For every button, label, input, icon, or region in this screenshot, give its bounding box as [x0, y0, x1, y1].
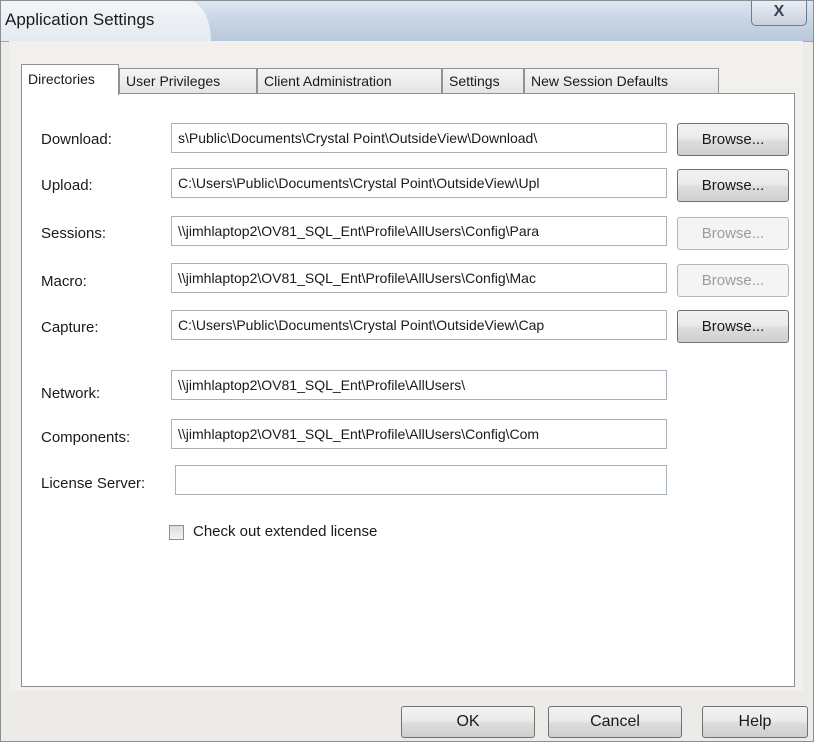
- download-browse-button[interactable]: Browse...: [677, 123, 789, 156]
- tab-user-privileges[interactable]: User Privileges: [119, 68, 257, 94]
- sessions-label: Sessions:: [41, 225, 107, 242]
- capture-label: Capture:: [41, 319, 99, 336]
- window-title: Application Settings: [5, 10, 155, 29]
- application-settings-window: Application Settings X Directories User …: [0, 0, 814, 742]
- license-server-field[interactable]: [175, 465, 667, 495]
- macro-path-field[interactable]: \\jimhlaptop2\OV81_SQL_Ent\Profile\AllUs…: [171, 263, 667, 293]
- tab-new-session-defaults[interactable]: New Session Defaults: [524, 68, 719, 94]
- network-label: Network:: [41, 385, 101, 402]
- tab-directories[interactable]: Directories: [21, 64, 119, 95]
- extended-license-label[interactable]: Check out extended license: [193, 523, 377, 540]
- tab-settings[interactable]: Settings: [442, 68, 524, 94]
- sessions-browse-button[interactable]: Browse...: [677, 217, 789, 250]
- sessions-path-field[interactable]: \\jimhlaptop2\OV81_SQL_Ent\Profile\AllUs…: [171, 216, 667, 246]
- cancel-button[interactable]: Cancel: [548, 706, 682, 738]
- tab-label: Settings: [449, 73, 500, 89]
- download-label: Download:: [41, 131, 112, 148]
- capture-path-field[interactable]: C:\Users\Public\Documents\Crystal Point\…: [171, 310, 667, 340]
- download-path-field[interactable]: s\Public\Documents\Crystal Point\Outside…: [171, 123, 667, 153]
- macro-label: Macro:: [41, 273, 87, 290]
- license-server-label: License Server:: [41, 475, 146, 492]
- components-label: Components:: [41, 429, 131, 446]
- capture-browse-button[interactable]: Browse...: [677, 310, 789, 343]
- tab-label: New Session Defaults: [531, 73, 668, 89]
- title-bar[interactable]: Application Settings X: [1, 1, 813, 42]
- upload-label: Upload:: [41, 177, 93, 194]
- upload-browse-button[interactable]: Browse...: [677, 169, 789, 202]
- close-icon: X: [773, 3, 785, 20]
- close-button[interactable]: X: [751, 1, 807, 26]
- extended-license-checkbox[interactable]: [169, 525, 184, 540]
- tab-label: Client Administration: [264, 73, 392, 89]
- tab-client-administration[interactable]: Client Administration: [257, 68, 442, 94]
- tab-label: Directories: [28, 71, 95, 87]
- tab-label: User Privileges: [126, 73, 221, 89]
- components-path-field[interactable]: \\jimhlaptop2\OV81_SQL_Ent\Profile\AllUs…: [171, 419, 667, 449]
- macro-browse-button[interactable]: Browse...: [677, 264, 789, 297]
- help-button[interactable]: Help: [702, 706, 808, 738]
- network-path-field[interactable]: \\jimhlaptop2\OV81_SQL_Ent\Profile\AllUs…: [171, 370, 667, 400]
- ok-button[interactable]: OK: [401, 706, 535, 738]
- upload-path-field[interactable]: C:\Users\Public\Documents\Crystal Point\…: [171, 168, 667, 198]
